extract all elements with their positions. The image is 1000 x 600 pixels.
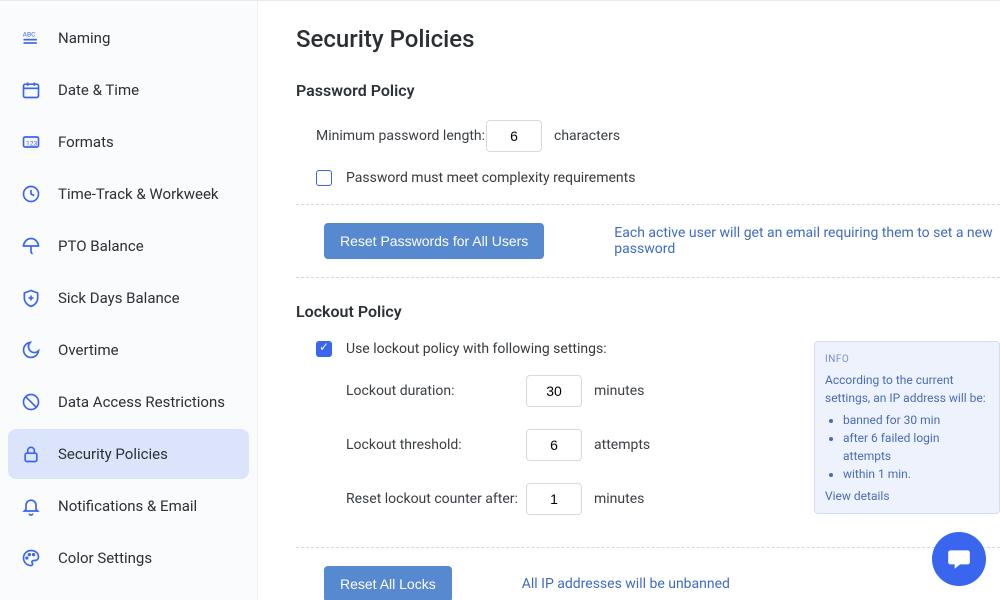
- lockout-policy-section: Lockout Policy Use lockout policy with f…: [296, 302, 1000, 600]
- use-lockout-label: Use lockout policy with following settin…: [346, 341, 607, 357]
- reset-counter-unit: minutes: [594, 491, 644, 507]
- help-chat-button[interactable]: [932, 532, 986, 586]
- lockout-duration-input[interactable]: [526, 375, 582, 407]
- info-intro: According to the current settings, an IP…: [825, 371, 989, 407]
- reset-passwords-button[interactable]: Reset Passwords for All Users: [324, 223, 544, 259]
- main-content: Security Policies Password Policy Minimu…: [258, 1, 1000, 600]
- sidebar-item-notifications[interactable]: Notifications & Email: [8, 481, 249, 531]
- info-title: INFO: [825, 352, 989, 367]
- sidebar-item-label: Notifications & Email: [58, 497, 197, 515]
- sidebar-item-sick-days[interactable]: Sick Days Balance: [8, 273, 249, 323]
- sidebar-item-naming[interactable]: ABC Naming: [8, 13, 249, 63]
- umbrella-icon: [20, 235, 42, 257]
- complexity-checkbox[interactable]: [316, 170, 332, 186]
- sidebar-item-label: Date & Time: [58, 81, 139, 99]
- info-bullet: within 1 min.: [843, 465, 989, 483]
- reset-locks-button[interactable]: Reset All Locks: [324, 566, 452, 600]
- lockout-threshold-label: Lockout threshold:: [346, 437, 526, 453]
- lockout-duration-label: Lockout duration:: [346, 383, 526, 399]
- sidebar-item-label: Security Policies: [58, 445, 168, 463]
- sidebar-item-label: Color Settings: [58, 549, 152, 567]
- use-lockout-checkbox[interactable]: [316, 341, 332, 357]
- info-bullet: after 6 failed login attempts: [843, 429, 989, 465]
- lock-icon: [20, 443, 42, 465]
- info-bullet: banned for 30 min: [843, 411, 989, 429]
- reset-passwords-desc: Each active user will get an email requi…: [614, 225, 1000, 257]
- reset-locks-desc: All IP addresses will be unbanned: [522, 576, 1000, 592]
- medical-icon: [20, 287, 42, 309]
- page-title: Security Policies: [296, 25, 1000, 53]
- reset-counter-label: Reset lockout counter after:: [346, 491, 526, 507]
- sidebar-item-label: PTO Balance: [58, 237, 144, 255]
- calendar-icon: [20, 79, 42, 101]
- password-policy-section: Password Policy Minimum password length:…: [296, 81, 1000, 278]
- lockout-duration-unit: minutes: [594, 383, 644, 399]
- info-details-link[interactable]: View details: [825, 489, 890, 503]
- sidebar-item-time-track[interactable]: Time-Track & Workweek: [8, 169, 249, 219]
- palette-icon: [20, 547, 42, 569]
- sidebar-item-color[interactable]: Color Settings: [8, 533, 249, 583]
- reset-locks-band: Reset All Locks All IP addresses will be…: [296, 547, 1000, 600]
- sidebar-item-data-access[interactable]: Data Access Restrictions: [8, 377, 249, 427]
- sidebar-item-label: Time-Track & Workweek: [58, 185, 219, 203]
- min-length-input[interactable]: [486, 120, 542, 152]
- sidebar-item-date-time[interactable]: Date & Time: [8, 65, 249, 115]
- sidebar-item-label: Overtime: [58, 341, 119, 359]
- reset-counter-input[interactable]: [526, 483, 582, 515]
- sidebar-item-overtime[interactable]: Overtime: [8, 325, 249, 375]
- svg-text:123: 123: [26, 139, 37, 147]
- min-length-label: Minimum password length:: [316, 128, 486, 144]
- sidebar-item-label: Formats: [58, 133, 114, 151]
- sidebar-item-security[interactable]: Security Policies: [8, 429, 249, 479]
- formats-icon: 123: [20, 131, 42, 153]
- lockout-threshold-input[interactable]: [526, 429, 582, 461]
- bell-icon: [20, 495, 42, 517]
- lockout-section-title: Lockout Policy: [296, 302, 1000, 321]
- sidebar-item-formats[interactable]: 123 Formats: [8, 117, 249, 167]
- reset-passwords-band: Reset Passwords for All Users Each activ…: [296, 204, 1000, 278]
- sidebar-item-pto[interactable]: PTO Balance: [8, 221, 249, 271]
- moon-icon: [20, 339, 42, 361]
- svg-text:ABC: ABC: [23, 30, 36, 38]
- settings-sidebar: ABC Naming Date & Time 123 Formats Time-…: [0, 1, 258, 600]
- lockout-threshold-unit: attempts: [594, 437, 650, 453]
- complexity-label: Password must meet complexity requiremen…: [346, 170, 635, 186]
- sidebar-item-label: Naming: [58, 29, 110, 47]
- sidebar-item-label: Data Access Restrictions: [58, 393, 225, 411]
- lockout-info-box: INFO According to the current settings, …: [814, 341, 1000, 514]
- restriction-icon: [20, 391, 42, 413]
- naming-icon: ABC: [20, 27, 42, 49]
- sidebar-item-label: Sick Days Balance: [58, 289, 180, 307]
- clock-icon: [20, 183, 42, 205]
- password-section-title: Password Policy: [296, 81, 1000, 100]
- min-length-unit: characters: [554, 128, 620, 144]
